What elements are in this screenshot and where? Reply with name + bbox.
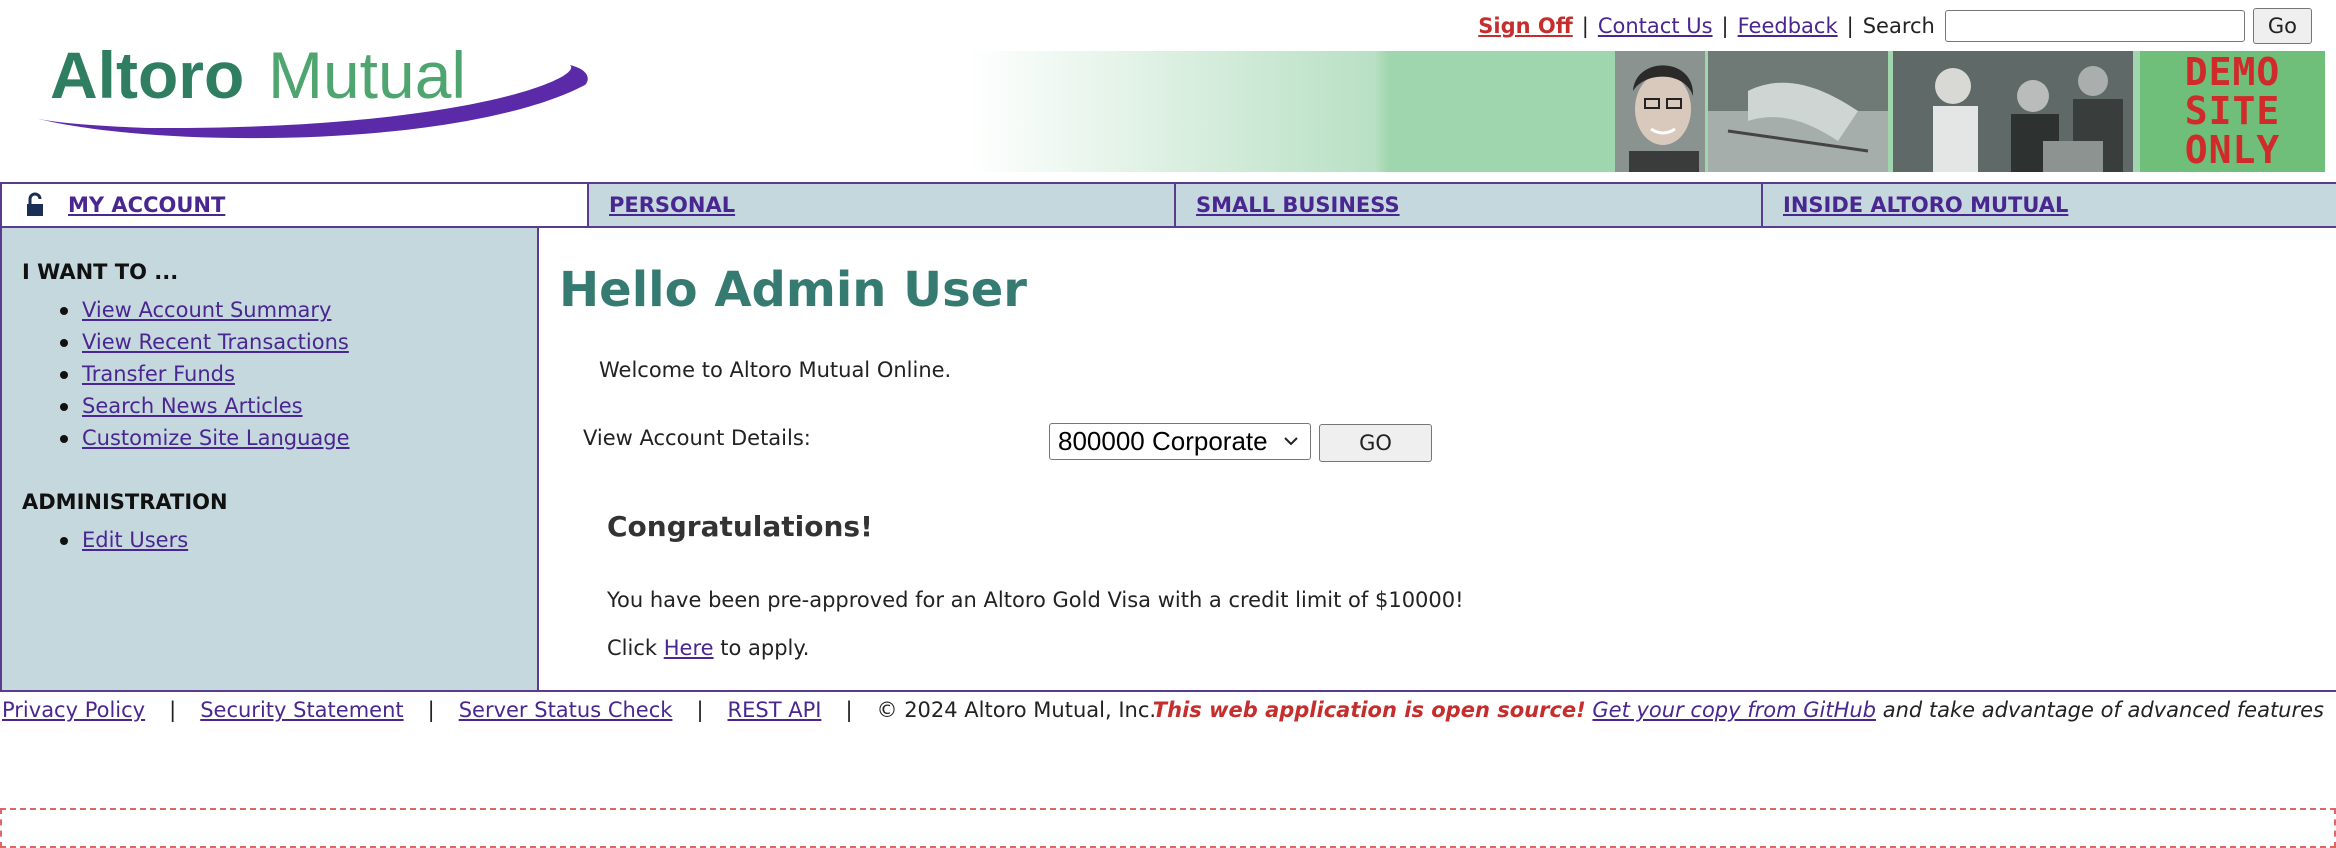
edit-users-link[interactable]: Edit Users bbox=[82, 528, 188, 552]
top-links: Sign Off | Contact Us | Feedback | Searc… bbox=[1478, 8, 2312, 44]
page-title: Hello Admin User bbox=[559, 262, 1027, 318]
tab-my-account-link[interactable]: MY ACCOUNT bbox=[68, 193, 225, 217]
i-want-to-list: View Account Summary View Recent Transac… bbox=[60, 294, 350, 454]
administration-heading: ADMINISTRATION bbox=[22, 490, 228, 514]
apply-prefix: Click bbox=[607, 636, 658, 660]
logo-text-bold: Altoro bbox=[50, 38, 244, 112]
security-statement-link[interactable]: Security Statement bbox=[200, 698, 403, 722]
search-news-articles-link[interactable]: Search News Articles bbox=[82, 394, 303, 418]
sign-off-link[interactable]: Sign Off bbox=[1478, 14, 1572, 38]
footer-links: Privacy Policy | Security Statement | Se… bbox=[2, 698, 1156, 722]
i-want-to-heading: I WANT TO ... bbox=[22, 260, 179, 284]
privacy-policy-link[interactable]: Privacy Policy bbox=[2, 698, 145, 722]
tab-personal-link[interactable]: PERSONAL bbox=[609, 193, 735, 217]
welcome-text: Welcome to Altoro Mutual Online. bbox=[599, 358, 952, 382]
demo-line-1: DEMO bbox=[2184, 51, 2281, 94]
list-item: Customize Site Language bbox=[60, 422, 350, 454]
advantage-text: and take advantage of advanced features bbox=[1882, 698, 2324, 722]
list-item: View Recent Transactions bbox=[60, 326, 350, 358]
account-go-button[interactable]: GO bbox=[1319, 424, 1432, 462]
list-item: Transfer Funds bbox=[60, 358, 350, 390]
apply-line: Click Here to apply. bbox=[607, 636, 809, 660]
logo-swoosh-icon: Altoro Mutual bbox=[35, 38, 588, 139]
main-nav: MY ACCOUNT PERSONAL SMALL BUSINESS INSID… bbox=[0, 182, 2336, 228]
open-source-text: This web application is open source! bbox=[1152, 698, 1586, 722]
header: Altoro Mutual Sign Off | Contact Us | Fe… bbox=[0, 0, 2336, 182]
account-select[interactable]: 800000 Corporate bbox=[1049, 423, 1311, 460]
contact-us-link[interactable]: Contact Us bbox=[1598, 14, 1713, 38]
transfer-funds-link[interactable]: Transfer Funds bbox=[82, 362, 235, 386]
list-item: Search News Articles bbox=[60, 390, 350, 422]
separator: | bbox=[1581, 14, 1589, 38]
photo-business-people-icon bbox=[1893, 51, 2133, 172]
demo-line-3: ONLY bbox=[2184, 128, 2281, 172]
dashed-placeholder-box bbox=[0, 808, 2336, 848]
preapproved-text: You have been pre-approved for an Altoro… bbox=[607, 588, 1464, 612]
apply-suffix: to apply. bbox=[720, 636, 810, 660]
view-account-summary-link[interactable]: View Account Summary bbox=[82, 298, 331, 322]
github-link[interactable]: Get your copy from GitHub bbox=[1592, 698, 1876, 722]
demo-line-2: SITE bbox=[2184, 89, 2281, 133]
separator: | bbox=[169, 698, 177, 722]
tab-small-business-link[interactable]: SMALL BUSINESS bbox=[1196, 193, 1400, 217]
apply-here-link[interactable]: Here bbox=[664, 636, 714, 660]
tab-personal[interactable]: PERSONAL bbox=[587, 184, 1174, 226]
congratulations-heading: Congratulations! bbox=[607, 510, 873, 543]
tab-inside-altoro[interactable]: INSIDE ALTORO MUTUAL bbox=[1761, 184, 2336, 226]
search-label: Search bbox=[1862, 14, 1935, 38]
feedback-link[interactable]: Feedback bbox=[1738, 14, 1838, 38]
rest-api-link[interactable]: REST API bbox=[728, 698, 822, 722]
sidebar: I WANT TO ... View Account Summary View … bbox=[0, 228, 539, 690]
open-source-notice: This web application is open source! Get… bbox=[1153, 698, 2324, 722]
altoro-mutual-logo[interactable]: Altoro Mutual bbox=[30, 30, 590, 150]
copyright-text: © 2024 Altoro Mutual, Inc. bbox=[876, 698, 1157, 722]
tab-small-business[interactable]: SMALL BUSINESS bbox=[1174, 184, 1761, 226]
lock-icon bbox=[27, 192, 43, 216]
search-go-button[interactable]: Go bbox=[2252, 8, 2312, 44]
photo-woman-icon bbox=[1615, 51, 1705, 172]
chevron-down-icon bbox=[1284, 437, 1298, 446]
separator: | bbox=[427, 698, 435, 722]
tab-inside-altoro-link[interactable]: INSIDE ALTORO MUTUAL bbox=[1783, 193, 2068, 217]
separator: | bbox=[845, 698, 853, 722]
customize-site-language-link[interactable]: Customize Site Language bbox=[82, 426, 350, 450]
separator: | bbox=[696, 698, 704, 722]
footer: Privacy Policy | Security Statement | Se… bbox=[0, 690, 2336, 728]
account-select-value: 800000 Corporate bbox=[1058, 426, 1268, 456]
server-status-link[interactable]: Server Status Check bbox=[459, 698, 673, 722]
logo-text-light: Mutual bbox=[268, 38, 466, 112]
tab-my-account[interactable]: MY ACCOUNT bbox=[0, 184, 587, 226]
header-banner: DEMO SITE ONLY bbox=[968, 51, 2325, 172]
account-details-label: View Account Details: bbox=[583, 426, 811, 450]
view-recent-transactions-link[interactable]: View Recent Transactions bbox=[82, 330, 349, 354]
list-item: Edit Users bbox=[59, 524, 188, 556]
demo-site-badge: DEMO SITE ONLY bbox=[2140, 51, 2325, 172]
administration-list: Edit Users bbox=[59, 524, 188, 556]
list-item: View Account Summary bbox=[60, 294, 350, 326]
separator: | bbox=[1721, 14, 1729, 38]
main-content: Hello Admin User Welcome to Altoro Mutua… bbox=[539, 228, 2336, 690]
search-input[interactable] bbox=[1944, 10, 2245, 42]
photo-keyboard-icon bbox=[1708, 51, 1888, 172]
separator: | bbox=[1846, 14, 1854, 38]
